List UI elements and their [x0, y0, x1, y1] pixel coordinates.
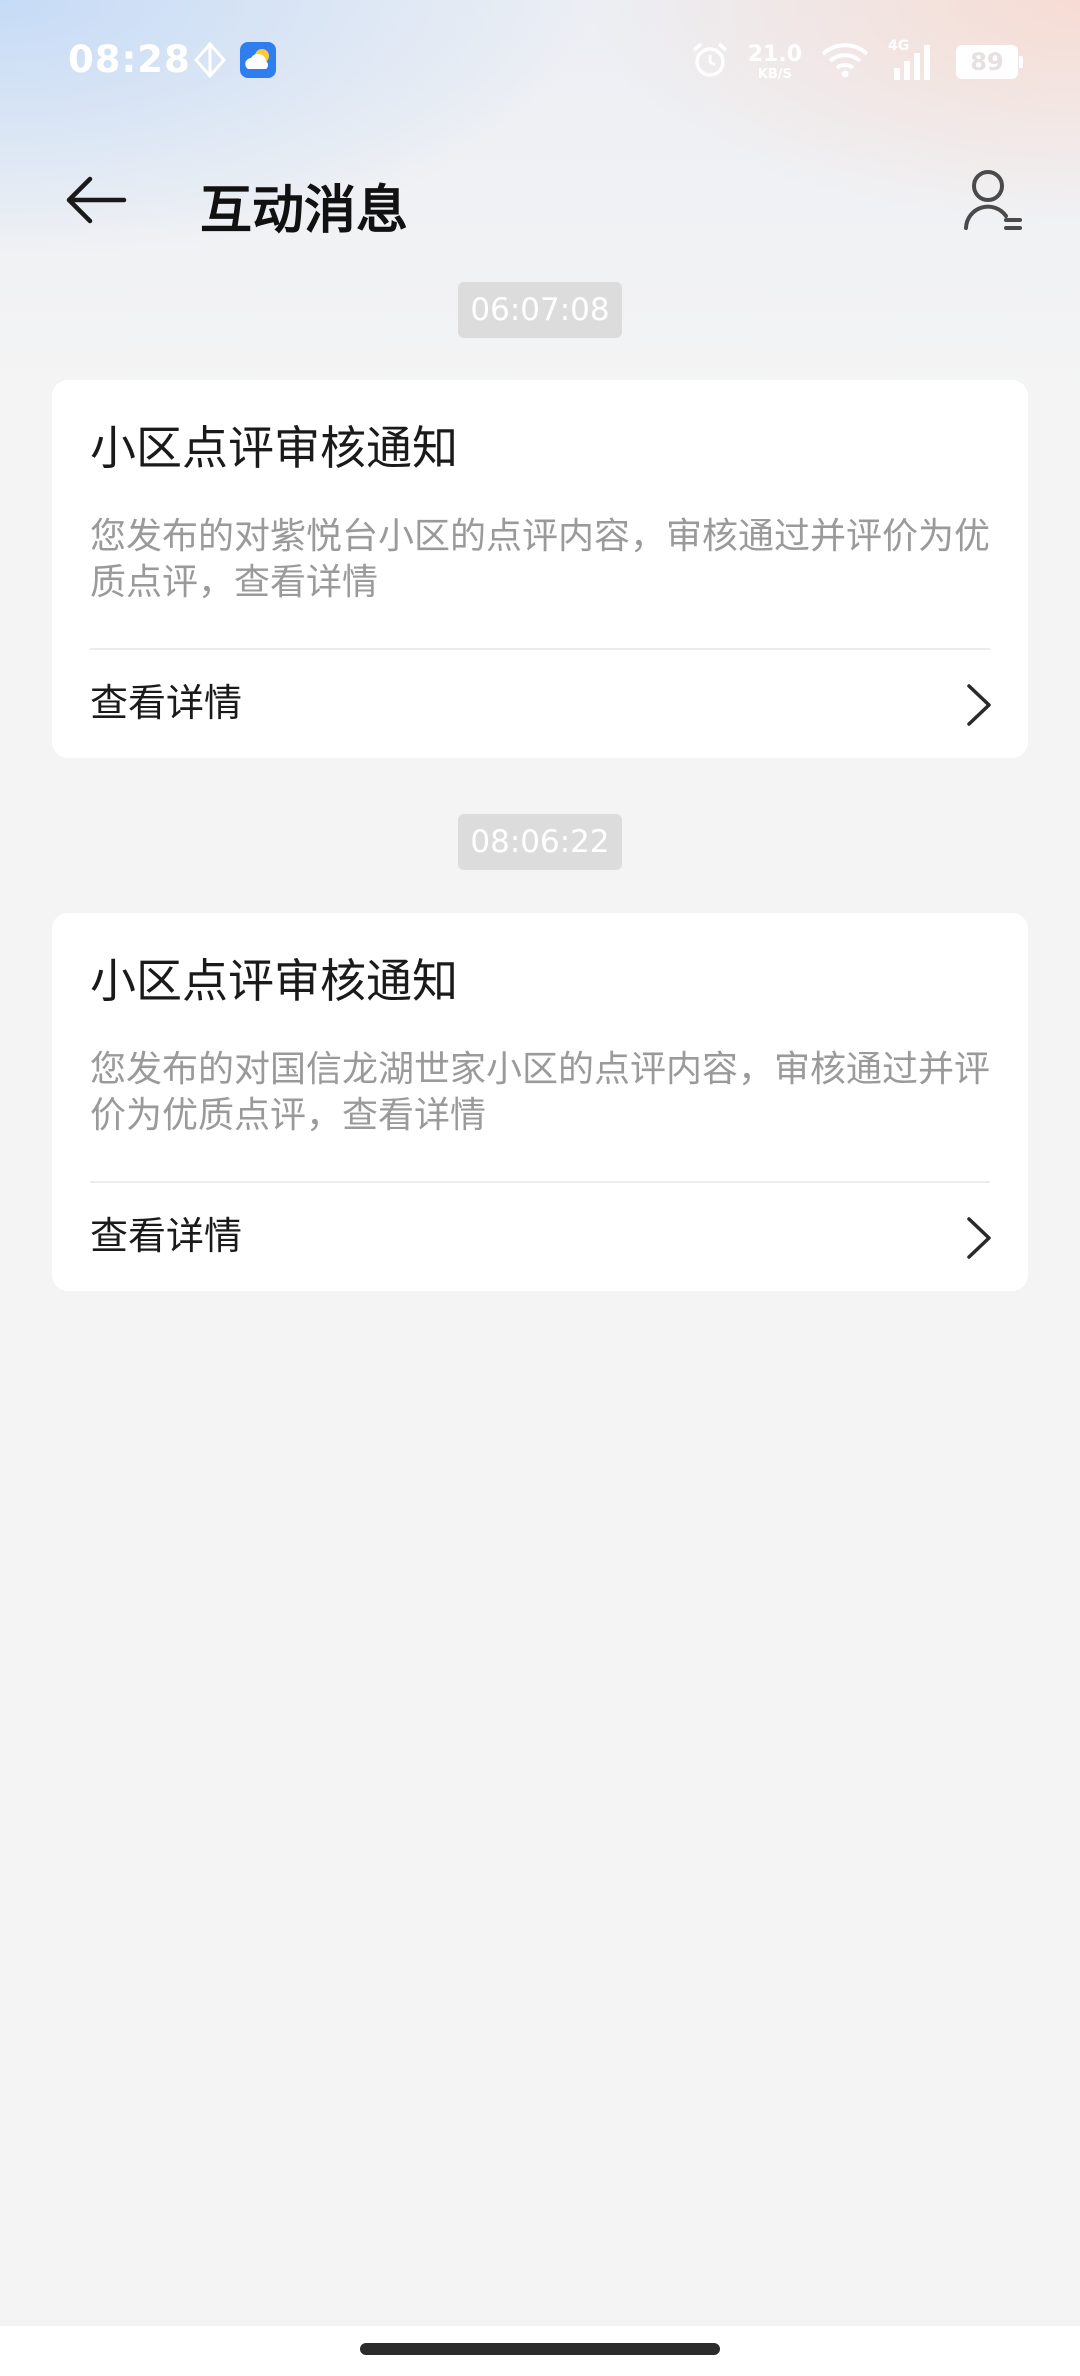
message-description: 您发布的对国信龙湖世家小区的点评内容，审核通过并评价为优质点评，查看详情 — [90, 1049, 991, 1136]
battery-indicator: 89 — [956, 45, 1023, 79]
home-indicator[interactable] — [360, 2343, 720, 2355]
message-timestamp: 08:06:22 — [0, 814, 1080, 870]
arrow-left-icon — [66, 176, 127, 224]
message-description: 您发布的对紫悦台小区的点评内容，审核通过并评价为优质点评，查看详情 — [90, 516, 991, 603]
page-header: 互动消息 — [0, 150, 1080, 250]
app-diamond-icon — [192, 41, 228, 82]
battery-level: 89 — [970, 48, 1004, 76]
back-button[interactable] — [54, 162, 138, 238]
status-bar: 08:28 21.0 KB/S 4G 89 — [0, 0, 1080, 128]
timestamp-label: 08:06:22 — [458, 814, 622, 870]
view-details-link[interactable]: 查看详情 — [52, 1183, 1028, 1291]
user-list-icon — [964, 170, 1022, 230]
wifi-icon — [820, 41, 870, 83]
status-time: 08:28 — [68, 38, 191, 81]
network-speed-unit: KB/S — [757, 66, 792, 82]
status-left-icons — [192, 41, 276, 82]
network-speed-value: 21.0 — [747, 41, 802, 67]
cellular-signal-icon: 4G — [888, 38, 938, 82]
message-card: 小区点评审核通知 您发布的对国信龙湖世家小区的点评内容，审核通过并评价为优质点评… — [52, 913, 1028, 1291]
message-title: 小区点评审核通知 — [90, 421, 458, 475]
chevron-right-icon — [967, 1217, 991, 1259]
chevron-right-icon — [967, 684, 991, 726]
profile-button[interactable] — [954, 160, 1034, 240]
network-speed: 21.0 KB/S — [747, 41, 802, 82]
status-right-icons: 21.0 KB/S 4G 89 — [690, 38, 1023, 84]
alarm-icon — [690, 40, 730, 84]
message-title: 小区点评审核通知 — [90, 954, 458, 1008]
message-timestamp: 06:07:08 — [0, 282, 1080, 338]
view-details-link[interactable]: 查看详情 — [52, 650, 1028, 758]
view-details-label: 查看详情 — [90, 681, 243, 725]
weather-icon — [240, 42, 276, 82]
view-details-label: 查看详情 — [90, 1214, 243, 1258]
page-title: 互动消息 — [200, 181, 409, 241]
timestamp-label: 06:07:08 — [458, 282, 622, 338]
message-card: 小区点评审核通知 您发布的对紫悦台小区的点评内容，审核通过并评价为优质点评，查看… — [52, 380, 1028, 758]
